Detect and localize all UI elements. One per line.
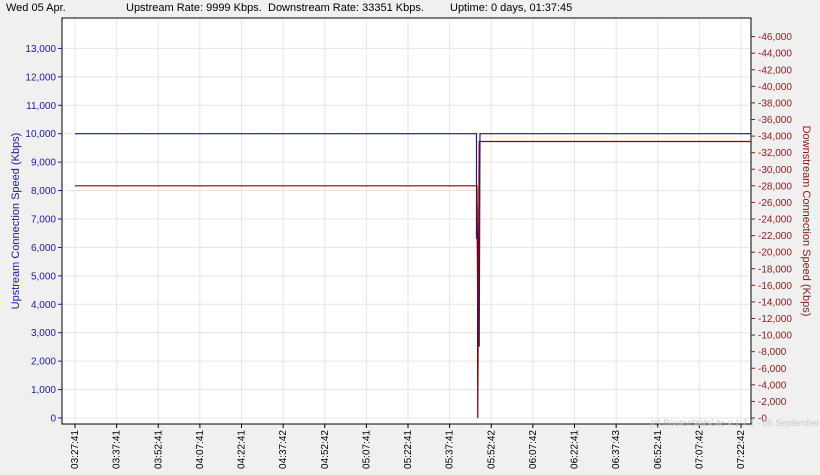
right-axis-ticks: -0-2,000-4,000-6,000-8,000-10,000-12,000… bbox=[751, 32, 792, 425]
x-tick-label: 03:37:41 bbox=[112, 430, 123, 469]
right-tick-label: -36,000 bbox=[758, 115, 792, 126]
right-tick-label: -4,000 bbox=[758, 380, 787, 391]
right-tick-label: -34,000 bbox=[758, 132, 792, 143]
x-tick-label: 03:52:41 bbox=[153, 430, 164, 469]
x-tick-label: 05:22:41 bbox=[403, 430, 414, 469]
right-tick-label: -22,000 bbox=[758, 231, 792, 242]
x-tick-label: 04:07:41 bbox=[195, 430, 206, 469]
left-axis-title: Upstream Connection Speed (Kbps) bbox=[10, 133, 22, 310]
connection-speed-chart: 0 1,000 2,000 3,000 4,000 5,000 6,000 7,000 8,00… bbox=[10, 17, 820, 469]
right-tick-label: -32,000 bbox=[758, 148, 792, 159]
left-tick-label: 4,000 bbox=[31, 300, 56, 311]
right-tick-label: -42,000 bbox=[758, 65, 792, 76]
left-tick-label: 7,000 bbox=[31, 215, 56, 226]
right-tick-label: -6,000 bbox=[758, 364, 787, 375]
x-tick-label: 07:22:42 bbox=[736, 430, 747, 469]
right-tick-label: -28,000 bbox=[758, 181, 792, 192]
x-tick-label: 04:22:41 bbox=[237, 430, 248, 469]
left-tick-label: 6,000 bbox=[31, 243, 56, 254]
right-tick-label: -20,000 bbox=[758, 248, 792, 259]
right-tick-label: -16,000 bbox=[758, 281, 792, 292]
left-tick-label: 5,000 bbox=[31, 271, 56, 282]
right-tick-label: -40,000 bbox=[758, 82, 792, 93]
right-tick-label: -12,000 bbox=[758, 314, 792, 325]
left-axis-ticks: 0 1,000 2,000 3,000 4,000 5,000 6,000 7,000 8,00… bbox=[25, 44, 62, 425]
x-tick-label: 06:37:43 bbox=[611, 430, 622, 469]
left-tick-label: 8,000 bbox=[31, 186, 56, 197]
right-tick-label: -26,000 bbox=[758, 198, 792, 209]
x-tick-label: 04:52:42 bbox=[320, 430, 331, 469]
right-tick-label: -46,000 bbox=[758, 32, 792, 43]
right-tick-label: -10,000 bbox=[758, 331, 792, 342]
left-tick-label: 9,000 bbox=[31, 158, 56, 169]
left-tick-label: 13,000 bbox=[25, 44, 56, 55]
x-tick-label: 05:37:41 bbox=[445, 430, 456, 469]
x-tick-label: 06:07:42 bbox=[528, 430, 539, 469]
x-tick-label: 06:22:41 bbox=[570, 430, 581, 469]
plot-area bbox=[61, 17, 752, 425]
right-tick-label: -24,000 bbox=[758, 215, 792, 226]
right-tick-label: -14,000 bbox=[758, 297, 792, 308]
right-tick-label: -44,000 bbox=[758, 49, 792, 60]
left-tick-label: 1,000 bbox=[31, 385, 56, 396]
right-tick-label: -2,000 bbox=[758, 397, 787, 408]
x-axis-ticks: 03:27:41 03:37:41 03:52:41 04:07:41 04:22:41… bbox=[70, 424, 747, 469]
watermark: (c) RouterStatsLite v 1.7.1 - 05 Septemb… bbox=[650, 418, 820, 428]
left-tick-label: 0 bbox=[50, 414, 56, 425]
left-tick-label: 12,000 bbox=[25, 72, 56, 83]
right-axis-title: Downstream Connection Speed (Kbps) bbox=[800, 126, 812, 317]
x-tick-label: 04:37:42 bbox=[278, 430, 289, 469]
x-tick-label: 05:52:42 bbox=[486, 430, 497, 469]
right-tick-label: -30,000 bbox=[758, 165, 792, 176]
left-tick-label: 11,000 bbox=[26, 101, 56, 112]
left-tick-label: 10,000 bbox=[25, 129, 56, 140]
x-tick-label: 06:52:41 bbox=[653, 430, 664, 469]
right-tick-label: -38,000 bbox=[758, 98, 792, 109]
right-tick-label: -18,000 bbox=[758, 264, 792, 275]
left-tick-label: 2,000 bbox=[31, 357, 56, 368]
x-tick-label: 05:07:41 bbox=[361, 430, 372, 469]
x-tick-label: 07:07:42 bbox=[694, 430, 705, 469]
x-tick-label: 03:27:41 bbox=[70, 430, 81, 469]
left-tick-label: 3,000 bbox=[31, 328, 56, 339]
right-tick-label: -8,000 bbox=[758, 347, 787, 358]
